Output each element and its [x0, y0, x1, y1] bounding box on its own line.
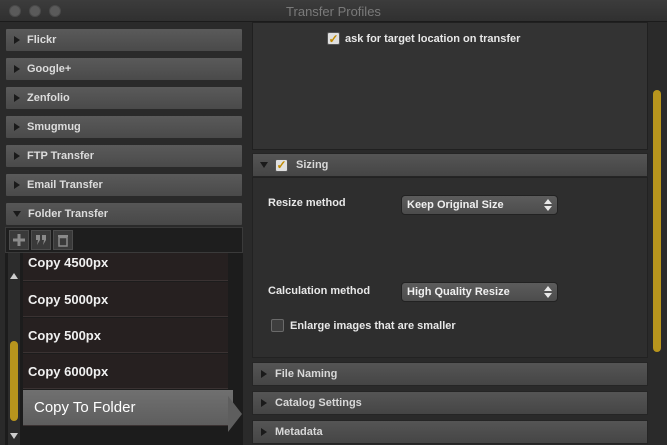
- section-label: Catalog Settings: [275, 397, 362, 409]
- scroll-down-icon[interactable]: [10, 433, 18, 439]
- title-bar: Transfer Profiles: [0, 0, 667, 22]
- scrollbar-thumb[interactable]: [653, 90, 661, 352]
- checkmark-icon: ✓: [328, 31, 339, 46]
- scrollbar-thumb[interactable]: [10, 341, 18, 421]
- service-flickr[interactable]: Flickr: [5, 28, 243, 52]
- destination-section: ✓ ask for target location on transfer: [252, 22, 648, 150]
- select-value: High Quality Resize: [407, 286, 510, 298]
- list-item[interactable]: Copy 6000px: [23, 354, 228, 389]
- sizing-section-header[interactable]: ✓ Sizing: [252, 153, 648, 177]
- metadata-section-header[interactable]: Metadata: [252, 420, 648, 444]
- disclosure-icon: [14, 123, 20, 131]
- file-naming-section-header[interactable]: File Naming: [252, 362, 648, 386]
- disclosure-icon: [261, 370, 267, 378]
- preset-label: Copy 500px: [28, 327, 101, 343]
- preset-label: Copy 4500px: [28, 255, 109, 270]
- resize-method-label: Resize method: [268, 197, 346, 209]
- window-title: Transfer Profiles: [286, 4, 381, 19]
- services-panel: Flickr Google+ Zenfolio Smugmug FTP Tran…: [0, 22, 248, 445]
- service-label: Google+: [27, 63, 72, 75]
- ask-target-label: ask for target location on transfer: [345, 33, 521, 45]
- service-label: Zenfolio: [27, 92, 70, 104]
- section-label: Sizing: [296, 159, 329, 171]
- service-label: Flickr: [27, 34, 57, 46]
- list-item[interactable]: Copy 5000px: [23, 282, 228, 317]
- preset-label: Copy To Folder: [34, 399, 136, 416]
- service-folder-transfer[interactable]: Folder Transfer: [5, 202, 243, 226]
- service-label: FTP Transfer: [27, 150, 95, 162]
- section-label: Metadata: [275, 426, 323, 438]
- updown-icon: [544, 199, 552, 211]
- disclosure-icon: [14, 152, 20, 160]
- disclosure-icon: [14, 181, 20, 189]
- selection-pointer: [228, 396, 242, 432]
- calc-method-select[interactable]: High Quality Resize: [401, 282, 558, 302]
- service-label: Smugmug: [27, 121, 81, 133]
- service-email-transfer[interactable]: Email Transfer: [5, 173, 243, 197]
- list-item[interactable]: Copy 4500px: [23, 253, 228, 281]
- resize-method-select[interactable]: Keep Original Size: [401, 195, 558, 215]
- select-value: Keep Original Size: [407, 199, 504, 211]
- selected-preset[interactable]: Copy To Folder: [23, 390, 233, 426]
- sizing-section: Resize method Keep Original Size Calcula…: [252, 177, 648, 358]
- preset-toolbar: [5, 227, 243, 253]
- disclosure-icon: [14, 94, 20, 102]
- section-label: File Naming: [275, 368, 338, 380]
- ask-target-checkbox[interactable]: ✓: [327, 32, 340, 45]
- checkmark-icon: ✓: [276, 158, 287, 172]
- preset-label: Copy 6000px: [28, 363, 109, 379]
- list-item[interactable]: Copy 500px: [23, 318, 228, 353]
- enlarge-label: Enlarge images that are smaller: [290, 320, 456, 332]
- service-label: Email Transfer: [27, 179, 103, 191]
- scroll-up-icon[interactable]: [10, 273, 18, 279]
- disclosure-open-icon: [13, 211, 21, 217]
- service-zenfolio[interactable]: Zenfolio: [5, 86, 243, 110]
- service-ftp-transfer[interactable]: FTP Transfer: [5, 144, 243, 168]
- disclosure-icon: [261, 399, 267, 407]
- enlarge-checkbox[interactable]: [271, 319, 284, 332]
- disclosure-icon: [14, 65, 20, 73]
- preset-list: Copy 4500px Copy 5000px Copy 500px Copy …: [5, 253, 243, 445]
- updown-icon: [544, 286, 552, 298]
- settings-scrollbar[interactable]: [651, 22, 663, 445]
- catalog-settings-section-header[interactable]: Catalog Settings: [252, 391, 648, 415]
- calc-method-label: Calculation method: [268, 285, 371, 297]
- disclosure-icon: [14, 36, 20, 44]
- disclosure-open-icon: [260, 162, 268, 168]
- service-googleplus[interactable]: Google+: [5, 57, 243, 81]
- settings-panel: ✓ ask for target location on transfer ✓ …: [248, 22, 667, 445]
- service-smugmug[interactable]: Smugmug: [5, 115, 243, 139]
- preset-list-scrollbar[interactable]: [8, 253, 20, 445]
- sizing-enable-checkbox[interactable]: ✓: [275, 158, 288, 172]
- trash-icon[interactable]: [53, 230, 73, 250]
- plus-icon[interactable]: [9, 230, 29, 250]
- preset-label: Copy 5000px: [28, 291, 109, 307]
- service-label: Folder Transfer: [28, 208, 109, 220]
- quote-icon[interactable]: [31, 230, 51, 250]
- disclosure-icon: [261, 428, 267, 436]
